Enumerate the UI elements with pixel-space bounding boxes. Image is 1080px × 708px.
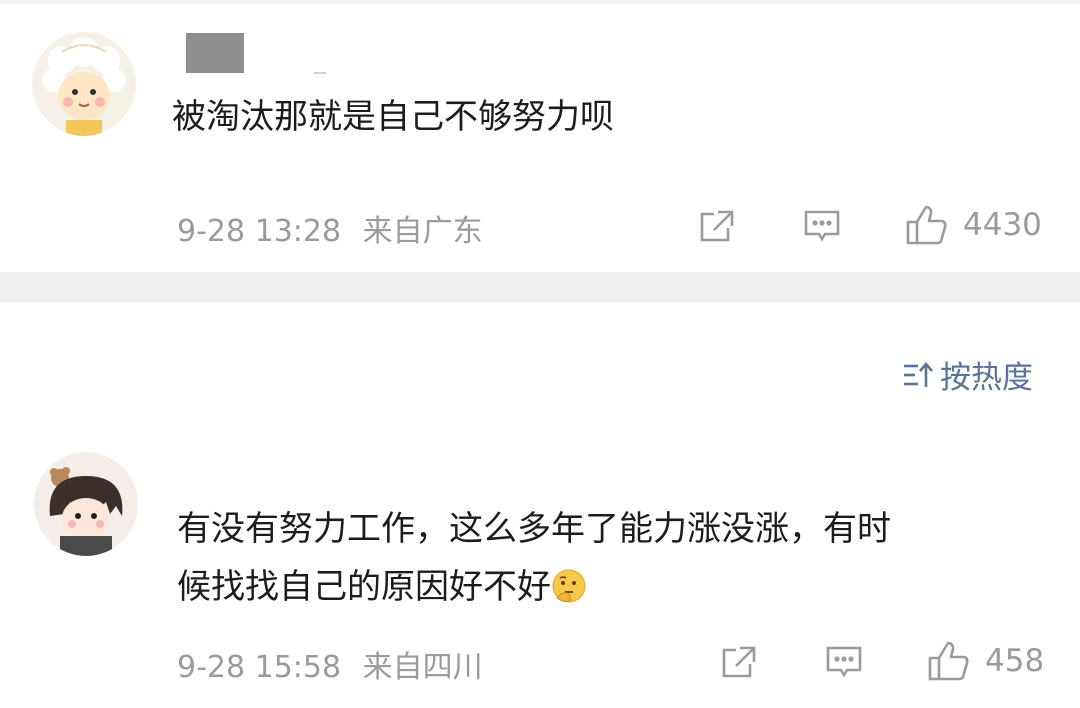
share-button[interactable] — [720, 644, 758, 682]
comment-icon — [826, 646, 862, 678]
thinking-face-emoji — [552, 569, 586, 603]
avatar[interactable] — [32, 32, 136, 136]
comment-card: 有没有努力工作，这么多年了能力涨没涨，有时 候找找自己的原因好不好 9-28 1… — [0, 440, 1080, 708]
comment-icon — [804, 210, 840, 242]
like-icon — [928, 641, 969, 681]
share-button[interactable] — [698, 208, 736, 246]
like-button[interactable]: 458 — [927, 640, 1044, 682]
comment-time: 9-28 15:58 — [177, 650, 342, 685]
like-button[interactable]: 4430 — [905, 204, 1042, 246]
like-icon — [906, 205, 947, 245]
comment-text-line: 候找找自己的原因好不好 — [177, 558, 891, 616]
like-count: 4430 — [963, 207, 1042, 243]
comment-location: 来自四川 — [362, 650, 483, 685]
comment-meta: 9-28 13:28 来自广东 — [177, 206, 483, 250]
comment-location: 来自广东 — [362, 214, 483, 249]
comment-text: 有没有努力工作，这么多年了能力涨没涨，有时 候找找自己的原因好不好 — [177, 500, 891, 616]
reply-button[interactable] — [803, 209, 841, 245]
sort-icon — [904, 361, 933, 387]
share-icon — [722, 646, 756, 678]
share-icon — [700, 210, 734, 242]
sort-label: 按热度 — [940, 360, 1033, 396]
comment-text-line: 有没有努力工作，这么多年了能力涨没涨，有时 — [177, 509, 891, 549]
comment-meta: 9-28 15:58 来自四川 — [177, 642, 483, 686]
avatar[interactable] — [34, 452, 138, 556]
comment-text: 被淘汰那就是自己不够努力呗 — [172, 97, 614, 137]
like-count: 458 — [985, 643, 1045, 679]
reply-button[interactable] — [825, 645, 863, 681]
section-divider — [0, 272, 1080, 302]
username-badge — [314, 72, 326, 74]
sort-by-hot-button[interactable]: 按热度 — [902, 352, 1033, 397]
comment-time: 9-28 13:28 — [177, 214, 342, 249]
username-redacted[interactable] — [186, 33, 244, 73]
comment-card: 被淘汰那就是自己不够努力呗 9-28 13:28 来自广东 4430 — [0, 0, 1080, 272]
